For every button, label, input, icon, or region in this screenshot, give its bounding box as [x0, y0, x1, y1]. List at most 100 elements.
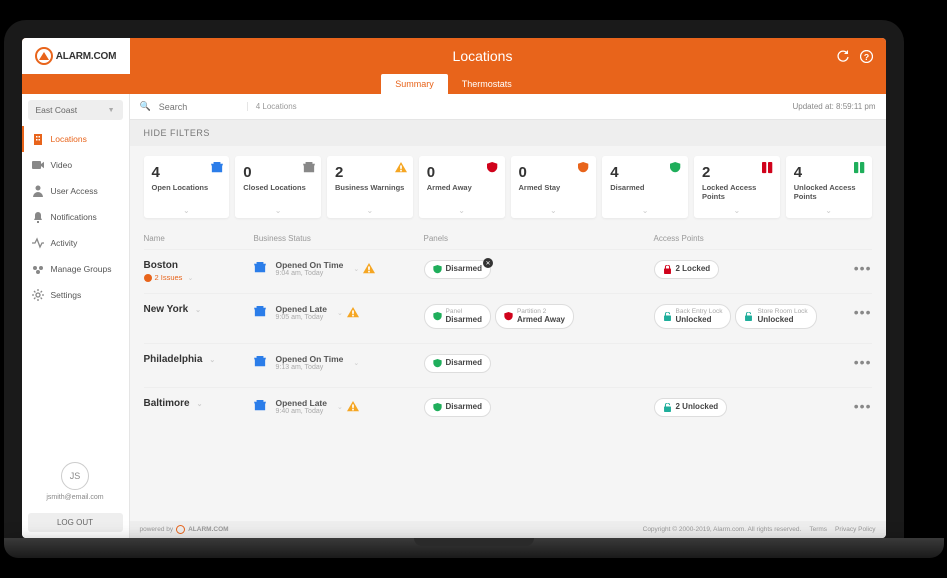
sidebar-item-user-access[interactable]: User Access	[22, 178, 129, 204]
business-status-time: 9:04 am, Today	[276, 270, 344, 277]
access-point-pill[interactable]: Store Room LockUnlocked	[735, 304, 816, 329]
sidebar-item-label: Notifications	[51, 212, 97, 222]
warning-icon	[347, 307, 359, 319]
logout-button[interactable]: LOG OUT	[28, 513, 123, 532]
sidebar-item-label: User Access	[51, 186, 98, 196]
building-icon	[32, 133, 44, 145]
region-selector[interactable]: East Coast ▼	[28, 100, 123, 120]
location-count: 4 Locations	[247, 102, 297, 111]
sidebar-item-manage-groups[interactable]: Manage Groups	[22, 256, 129, 282]
location-name[interactable]: New York⌄	[144, 304, 254, 315]
business-status-time: 9:05 am, Today	[276, 314, 327, 321]
brand-text: ALARM.COM	[56, 51, 116, 62]
column-business: Business Status	[254, 234, 424, 243]
access-point-pill[interactable]: 2 Unlocked	[654, 398, 728, 417]
row-menu-icon[interactable]: •••	[854, 354, 872, 370]
sidebar-item-label: Locations	[51, 134, 87, 144]
search-input[interactable]	[159, 102, 239, 112]
stat-label: Unlocked Access Points	[794, 183, 864, 201]
chevron-down-icon: ⌄	[183, 206, 190, 215]
business-status-text: Opened Late	[276, 398, 327, 408]
hide-filters-toggle[interactable]: HIDE FILTERS	[130, 120, 886, 146]
stat-open-locations[interactable]: 4 Open Locations ⌄	[144, 156, 230, 218]
avatar[interactable]: JS	[61, 462, 89, 490]
stat-label: Open Locations	[152, 183, 222, 192]
stat-label: Armed Stay	[519, 183, 589, 192]
panel-pill[interactable]: Partition 2Armed Away	[495, 304, 574, 329]
gear-icon	[32, 289, 44, 301]
close-icon[interactable]: ✕	[483, 258, 493, 268]
stat-closed-locations[interactable]: 0 Closed Locations ⌄	[235, 156, 321, 218]
row-menu-icon[interactable]: •••	[854, 398, 872, 414]
shield-green-icon	[433, 265, 442, 274]
stat-business-warnings[interactable]: 2 Business Warnings ⌄	[327, 156, 413, 218]
sidebar-item-activity[interactable]: Activity	[22, 230, 129, 256]
stat-disarmed[interactable]: 4 Disarmed ⌄	[602, 156, 688, 218]
footer-terms[interactable]: Terms	[809, 526, 827, 533]
sidebar-item-settings[interactable]: Settings	[22, 282, 129, 308]
video-icon	[32, 159, 44, 171]
business-status-text: Opened On Time	[276, 260, 344, 270]
column-panels: Panels	[424, 234, 654, 243]
business-status-text: Opened Late	[276, 304, 327, 314]
stat-unlocked-access-points[interactable]: 4 Unlocked Access Points ⌄	[786, 156, 872, 218]
panel-pill[interactable]: Disarmed	[424, 398, 491, 417]
stat-label: Disarmed	[610, 183, 680, 192]
unlock-green-icon	[663, 312, 672, 321]
chevron-down-icon: ⌄	[367, 206, 374, 215]
warning-icon	[395, 162, 407, 174]
bell-icon	[32, 211, 44, 223]
stat-label: Locked Access Points	[702, 183, 772, 201]
store-blue-icon	[254, 356, 270, 370]
sidebar-item-notifications[interactable]: Notifications	[22, 204, 129, 230]
help-icon[interactable]	[860, 49, 874, 63]
stat-armed-stay[interactable]: 0 Armed Stay ⌄	[511, 156, 597, 218]
lock-red-icon	[762, 162, 774, 174]
business-status-time: 9:40 am, Today	[276, 408, 327, 415]
location-name[interactable]: Boston	[144, 260, 254, 271]
tab-thermostats[interactable]: Thermostats	[448, 74, 526, 94]
sidebar-item-locations[interactable]: Locations	[22, 126, 129, 152]
column-access: Access Points	[654, 234, 842, 243]
stat-label: Armed Away	[427, 183, 497, 192]
groups-icon	[32, 263, 44, 275]
footer-logo: powered by ALARM.COM	[140, 525, 229, 534]
access-point-pill[interactable]: 2 Locked	[654, 260, 720, 279]
table-row: Baltimore⌄ Opened Late 9:40 am, Today ⌄ …	[144, 387, 872, 431]
shield-green-icon	[433, 359, 442, 368]
sidebar-item-label: Settings	[51, 290, 82, 300]
footer-copyright: Copyright © 2000-2019, Alarm.com. All ri…	[643, 526, 802, 533]
access-point-pill[interactable]: Back Entry LockUnlocked	[654, 304, 732, 329]
shield-green-icon	[433, 312, 442, 321]
unlock-green-icon	[663, 403, 672, 412]
panel-pill[interactable]: PanelDisarmed	[424, 304, 491, 329]
tab-summary[interactable]: Summary	[381, 74, 448, 94]
row-menu-icon[interactable]: •••	[854, 260, 872, 276]
row-menu-icon[interactable]: •••	[854, 304, 872, 320]
table-row: Boston 2 Issues⌄ Opened On Time 9:04 am, …	[144, 249, 872, 293]
region-label: East Coast	[36, 105, 78, 115]
issues-indicator[interactable]: 2 Issues⌄	[144, 273, 254, 282]
stat-armed-away[interactable]: 0 Armed Away ⌄	[419, 156, 505, 218]
refresh-icon[interactable]	[836, 49, 850, 63]
shield-orange-icon	[578, 162, 590, 174]
store-blue-icon	[211, 162, 223, 174]
location-name[interactable]: Philadelphia⌄	[144, 354, 254, 365]
shield-green-icon	[433, 403, 442, 412]
sidebar-item-video[interactable]: Video	[22, 152, 129, 178]
stat-locked-access-points[interactable]: 2 Locked Access Points ⌄	[694, 156, 780, 218]
location-name[interactable]: Baltimore⌄	[144, 398, 254, 409]
panel-pill[interactable]: Disarmed	[424, 354, 491, 373]
unlock-green-icon	[744, 312, 753, 321]
lock-red-icon	[663, 265, 672, 274]
brand-logo[interactable]: ALARM.COM	[22, 38, 130, 74]
chevron-down-icon: ⌄	[734, 206, 741, 215]
panel-pill[interactable]: Disarmed✕	[424, 260, 491, 279]
lock-green-icon	[854, 162, 866, 174]
shield-green-icon	[670, 162, 682, 174]
business-status-time: 9:13 am, Today	[276, 364, 344, 371]
store-blue-icon	[254, 262, 270, 276]
footer-privacy[interactable]: Privacy Policy	[835, 526, 875, 533]
user-email: jsmith@email.com	[28, 494, 123, 501]
sidebar-item-label: Manage Groups	[51, 264, 112, 274]
